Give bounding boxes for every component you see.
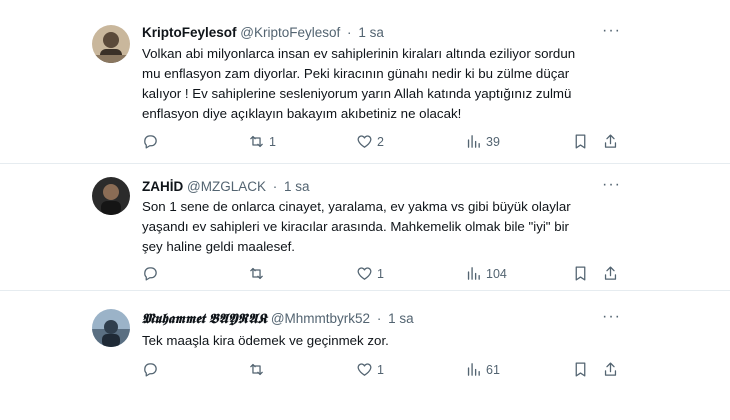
tweet-text-line: mu enflasyon zam diyorlar. Peki kiracını… <box>142 66 570 81</box>
tweet-actions: 1 61 <box>138 361 628 383</box>
tweet-text-line: Tek maaşla kira ödemek ve geçinmek zor. <box>142 333 389 348</box>
separator: · <box>347 25 352 40</box>
avatar[interactable] <box>92 25 130 63</box>
bookmark-icon <box>575 134 586 149</box>
retweet-icon <box>250 363 263 376</box>
display-name-last[interactable]: 𝕭𝕬𝖄𝕽𝕬𝕶 <box>209 311 267 326</box>
timestamp[interactable]: 1 sa <box>358 25 384 40</box>
reply-icon <box>144 363 157 377</box>
like-button[interactable]: 2 <box>356 133 384 150</box>
like-count: 1 <box>377 362 384 377</box>
reply-icon <box>144 267 157 281</box>
user-handle[interactable]: @KriptoFeylesof <box>240 25 340 40</box>
views-icon <box>467 363 480 376</box>
like-button[interactable]: 1 <box>356 361 384 378</box>
tweet-3[interactable]: 𝕸𝖚𝖍𝖆𝖒𝖒𝖊𝖙 𝕭𝕬𝖄𝕽𝕬𝕶 @Mhmmtbyrk52 · 1 sa ··· … <box>0 291 730 420</box>
heart-icon <box>357 267 372 280</box>
retweet-icon <box>250 135 263 148</box>
views-count: 104 <box>486 266 507 281</box>
reply-button[interactable] <box>142 133 163 150</box>
separator: · <box>376 311 382 326</box>
share-button[interactable] <box>602 133 619 150</box>
separator: · <box>272 179 278 194</box>
display-name[interactable]: ZAHİD <box>142 179 183 194</box>
tweet-text-line: kalıyor ! Ev sahiplerine sesleniyorum ya… <box>142 86 572 101</box>
tweet-text-line: şey haline geldi maalesef. <box>142 239 296 254</box>
timestamp[interactable]: 1 sa <box>284 179 310 194</box>
timestamp[interactable]: 1 sa <box>388 311 414 326</box>
avatar[interactable] <box>92 309 130 347</box>
tweet-text-line: yaşandı ev sahipleri ve kiracılar arasın… <box>142 219 569 234</box>
views-button[interactable]: 39 <box>465 133 500 150</box>
user-handle[interactable]: @Mhmmtbyrk52 <box>271 311 370 326</box>
retweet-icon <box>250 267 263 280</box>
tweet-text-line: enflasyon diye açıklayın bakayım akıbeti… <box>142 106 462 121</box>
retweet-count: 1 <box>269 134 276 149</box>
tweet-2[interactable]: ZAHİD @MZGLACK · 1 sa ··· Son 1 sene de … <box>0 164 730 290</box>
reply-button[interactable] <box>142 265 163 282</box>
views-icon <box>467 267 480 280</box>
reply-button[interactable] <box>142 361 163 378</box>
views-button[interactable]: 104 <box>465 265 507 282</box>
tweet-text: Tek maaşla kira ödemek ve geçinmek zor. <box>142 331 612 351</box>
bookmark-button[interactable] <box>572 265 589 282</box>
display-name[interactable]: KriptoFeylesof <box>142 25 237 40</box>
bookmark-button[interactable] <box>572 133 589 150</box>
views-count: 39 <box>486 134 500 149</box>
retweet-button[interactable] <box>248 265 269 282</box>
share-icon <box>604 362 617 376</box>
avatar[interactable] <box>92 177 130 215</box>
tweet-text: Volkan abi milyonlarca insan ev sahipler… <box>142 44 612 124</box>
tweet-1[interactable]: KriptoFeylesof @KriptoFeylesof · 1 sa ··… <box>0 0 730 163</box>
tweet-actions: 1 104 <box>138 265 628 287</box>
heart-icon <box>357 363 372 376</box>
share-button[interactable] <box>602 361 619 378</box>
retweet-button[interactable]: 1 <box>248 133 276 150</box>
share-icon <box>604 266 617 280</box>
reply-icon <box>144 135 157 149</box>
tweet-text: Son 1 sene de onlarca cinayet, yaralama,… <box>142 197 612 257</box>
more-options-icon[interactable]: ··· <box>602 308 621 326</box>
retweet-button[interactable] <box>248 361 269 378</box>
share-icon <box>604 134 617 148</box>
more-options-icon[interactable]: ··· <box>602 22 621 40</box>
views-icon <box>467 135 480 148</box>
user-handle[interactable]: @MZGLACK <box>187 179 266 194</box>
more-options-icon[interactable]: ··· <box>602 176 621 194</box>
views-count: 61 <box>486 362 500 377</box>
bookmark-icon <box>575 266 586 281</box>
bookmark-icon <box>575 362 586 377</box>
bookmark-button[interactable] <box>572 361 589 378</box>
heart-icon <box>357 135 372 148</box>
like-count: 2 <box>377 134 384 149</box>
tweet-actions: 1 2 39 <box>138 133 628 155</box>
share-button[interactable] <box>602 265 619 282</box>
display-name-first[interactable]: 𝕸𝖚𝖍𝖆𝖒𝖒𝖊𝖙 <box>142 311 205 326</box>
like-count: 1 <box>377 266 384 281</box>
like-button[interactable]: 1 <box>356 265 384 282</box>
tweet-text-line: Volkan abi milyonlarca insan ev sahipler… <box>142 46 576 61</box>
tweet-text-line: Son 1 sene de onlarca cinayet, yaralama,… <box>142 199 571 214</box>
views-button[interactable]: 61 <box>465 361 500 378</box>
